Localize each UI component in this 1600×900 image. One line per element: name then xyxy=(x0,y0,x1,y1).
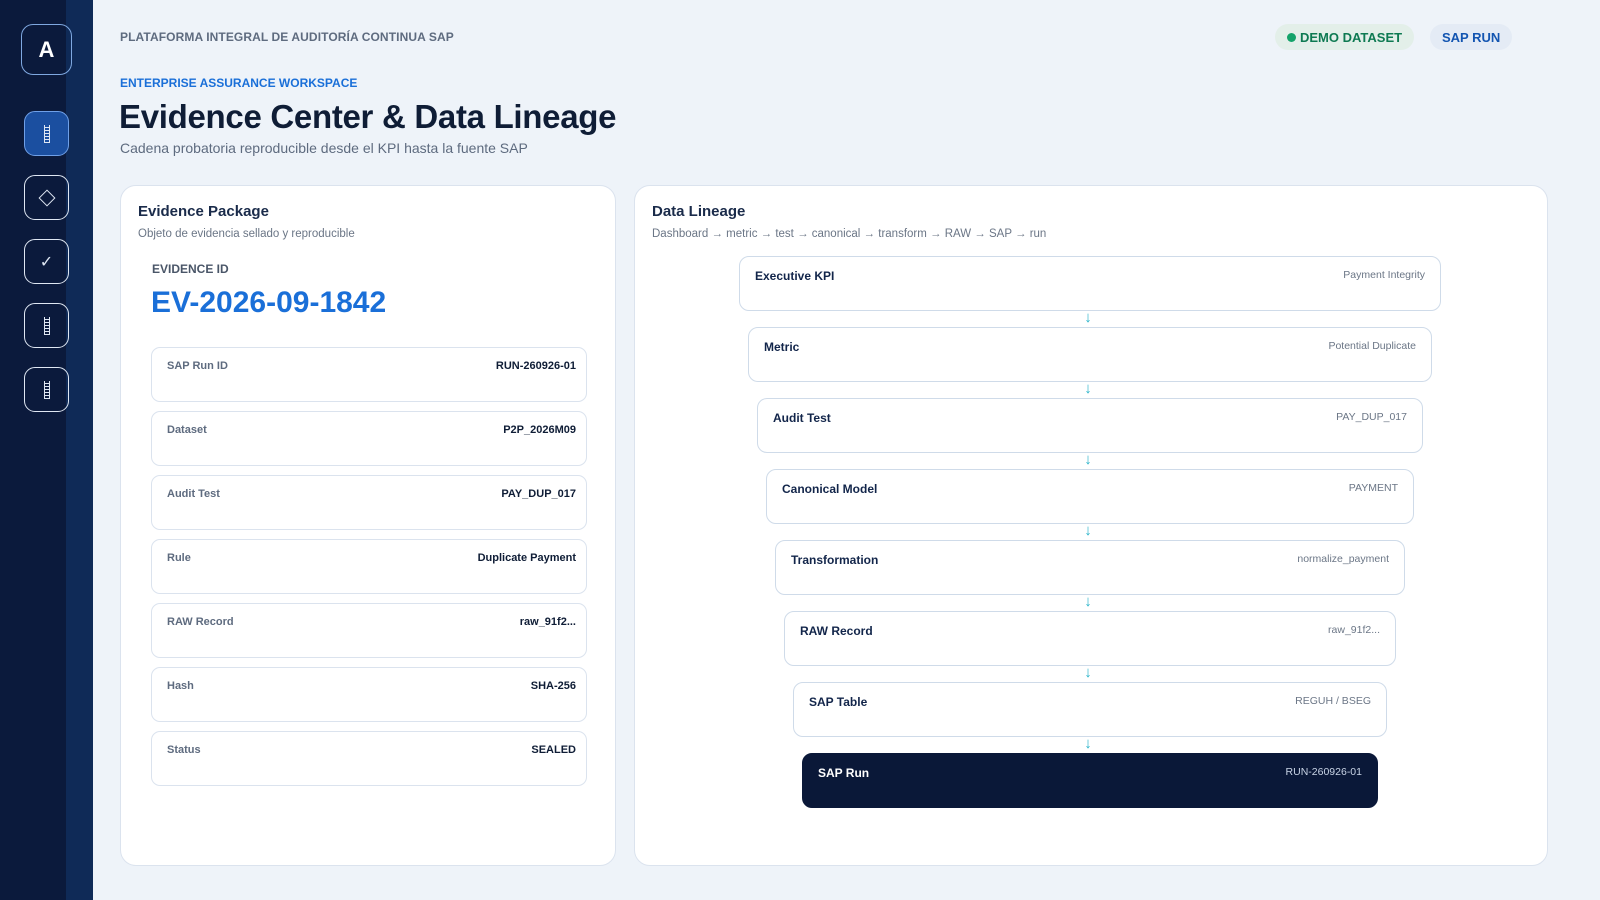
arrow-down-icon: ↓ xyxy=(1084,380,1092,397)
nav-item-tests[interactable]: ✓ xyxy=(24,239,69,284)
lineage-node-raw-record[interactable]: RAW Record raw_91f2... xyxy=(784,611,1396,666)
node-label: SAP Run xyxy=(818,766,870,780)
arrow-down-icon: ↓ xyxy=(1084,309,1092,326)
node-value: PAYMENT xyxy=(1348,482,1398,494)
node-label: SAP Table xyxy=(809,695,868,709)
field-sap-run-id: SAP Run ID RUN-260926-01 xyxy=(151,347,587,402)
data-lineage-panel: Data Lineage Dashboard → metric → test →… xyxy=(634,185,1548,866)
field-value: raw_91f2... xyxy=(519,616,576,628)
evidence-panel-title: Evidence Package xyxy=(138,203,269,220)
node-label: Audit Test xyxy=(773,411,831,425)
evidence-panel-subtitle: Objeto de evidencia sellado y reproducib… xyxy=(138,228,355,240)
diamond-icon xyxy=(38,189,55,206)
field-label: Hash xyxy=(167,680,194,692)
field-label: Dataset xyxy=(167,424,207,436)
page-title: Evidence Center & Data Lineage xyxy=(119,98,617,135)
lineage-panel-title: Data Lineage xyxy=(652,203,746,220)
field-value: SEALED xyxy=(531,744,576,756)
lineage-panel-subtitle: Dashboard → metric → test → canonical → … xyxy=(652,228,1047,240)
evidence-id-label: EVIDENCE ID xyxy=(152,262,229,276)
lineage-node-transformation[interactable]: Transformation normalize_payment xyxy=(775,540,1405,595)
sidebar: A ✓ xyxy=(0,0,93,900)
field-label: Rule xyxy=(167,552,191,564)
field-value: RUN-260926-01 xyxy=(495,360,576,372)
nav-item-lineage[interactable] xyxy=(24,175,69,220)
lineage-node-audit-test[interactable]: Audit Test PAY_DUP_017 xyxy=(757,398,1423,453)
field-value: PAY_DUP_017 xyxy=(501,488,576,500)
evidence-id-value: EV-2026-09-1842 xyxy=(151,286,387,319)
app-logo[interactable]: A xyxy=(21,24,72,75)
node-value: RUN-260926-01 xyxy=(1285,766,1362,778)
node-label: Executive KPI xyxy=(755,269,835,283)
lineage-node-metric[interactable]: Metric Potential Duplicate xyxy=(748,327,1432,382)
bars-icon xyxy=(43,380,50,399)
sap-run-label: SAP RUN xyxy=(1442,29,1501,45)
nav-item-evidence[interactable] xyxy=(24,111,69,156)
arrow-down-icon: ↓ xyxy=(1084,664,1092,681)
field-dataset: Dataset P2P_2026M09 xyxy=(151,411,587,466)
node-value: REGUH / BSEG xyxy=(1295,695,1371,707)
lineage-node-executive-kpi[interactable]: Executive KPI Payment Integrity xyxy=(739,256,1441,311)
field-label: Audit Test xyxy=(167,488,220,500)
evidence-package-panel: Evidence Package Objeto de evidencia sel… xyxy=(120,185,616,866)
node-value: Payment Integrity xyxy=(1343,269,1425,281)
sap-run-badge[interactable]: SAP RUN xyxy=(1430,24,1513,50)
field-hash: Hash SHA-256 xyxy=(151,667,587,722)
lineage-node-canonical-model[interactable]: Canonical Model PAYMENT xyxy=(766,469,1414,524)
lineage-node-sap-table[interactable]: SAP Table REGUH / BSEG xyxy=(793,682,1387,737)
node-label: Canonical Model xyxy=(782,482,878,496)
field-raw-record: RAW Record raw_91f2... xyxy=(151,603,587,658)
workspace-label: ENTERPRISE ASSURANCE WORKSPACE xyxy=(120,76,358,90)
demo-dataset-label: DEMO DATASET xyxy=(1300,29,1403,45)
check-icon: ✓ xyxy=(39,253,54,271)
bars-icon xyxy=(43,124,50,143)
node-value: Potential Duplicate xyxy=(1328,340,1416,352)
field-label: SAP Run ID xyxy=(167,360,228,372)
field-audit-test: Audit Test PAY_DUP_017 xyxy=(151,475,587,530)
field-value: Duplicate Payment xyxy=(477,552,576,564)
node-value: PAY_DUP_017 xyxy=(1336,411,1407,423)
field-status: Status SEALED xyxy=(151,731,587,786)
field-value: SHA-256 xyxy=(530,680,576,692)
status-dot-icon xyxy=(1287,32,1296,42)
bars-icon xyxy=(43,316,50,335)
demo-dataset-badge: DEMO DATASET xyxy=(1275,24,1415,50)
arrow-down-icon: ↓ xyxy=(1084,735,1092,752)
node-label: Transformation xyxy=(791,553,879,567)
field-label: Status xyxy=(167,744,201,756)
field-value: P2P_2026M09 xyxy=(503,424,576,436)
arrow-down-icon: ↓ xyxy=(1084,451,1092,468)
platform-name: PLATAFORMA INTEGRAL DE AUDITORÍA CONTINU… xyxy=(120,30,454,44)
field-label: RAW Record xyxy=(167,616,234,628)
node-value: normalize_payment xyxy=(1297,553,1389,565)
lineage-node-sap-run[interactable]: SAP Run RUN-260926-01 xyxy=(802,753,1378,808)
nav-item-records[interactable] xyxy=(24,367,69,412)
arrow-down-icon: ↓ xyxy=(1084,593,1092,610)
page-subtitle: Cadena probatoria reproducible desde el … xyxy=(120,140,528,156)
node-label: Metric xyxy=(764,340,800,354)
nav-item-reports[interactable] xyxy=(24,303,69,348)
node-label: RAW Record xyxy=(800,624,873,638)
node-value: raw_91f2... xyxy=(1328,624,1380,636)
arrow-down-icon: ↓ xyxy=(1084,522,1092,539)
field-rule: Rule Duplicate Payment xyxy=(151,539,587,594)
